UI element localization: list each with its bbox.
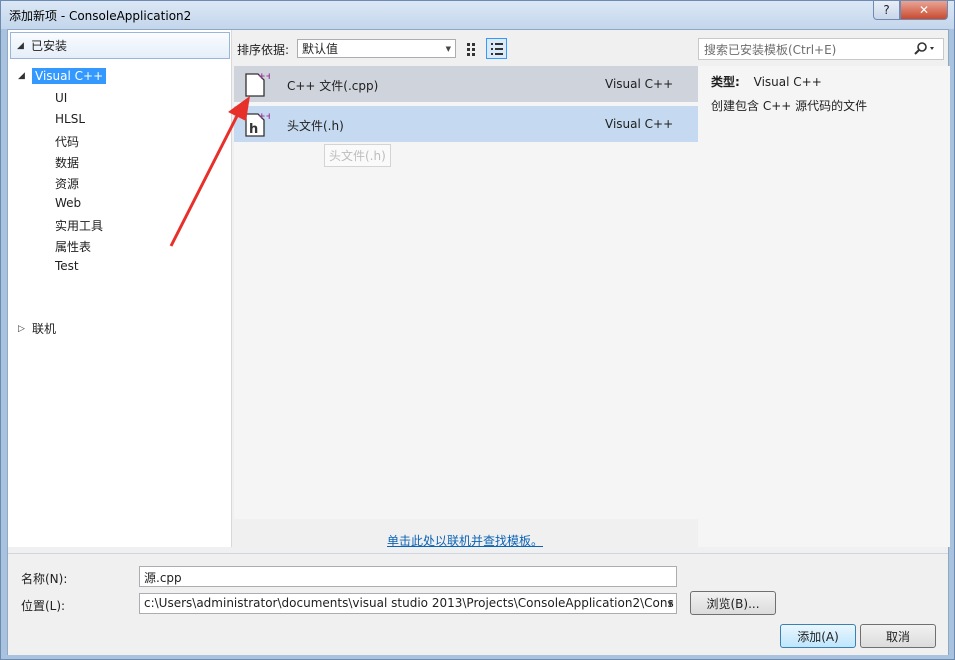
location-input[interactable]: c:\Users\administrator\documents\visual …	[139, 593, 677, 614]
installed-header[interactable]: ◢ 已安装	[10, 32, 230, 59]
type-row: 类型: Visual C++	[711, 73, 822, 90]
template-type: Visual C++	[605, 77, 674, 91]
dialog-window: 添加新项 - ConsoleApplication2 ? ✕ ◢ 已安装 ◢ V…	[0, 0, 955, 660]
name-input[interactable]: 源.cpp	[139, 566, 677, 587]
sort-value: 默认值	[302, 42, 339, 56]
small-icons-view-button[interactable]	[462, 38, 483, 59]
tree-item-ui[interactable]: UI	[55, 91, 67, 105]
red-arrow-annotation-icon	[169, 96, 250, 247]
type-key: 类型:	[711, 75, 740, 89]
tree-item-online[interactable]: ▷ 联机	[18, 320, 56, 337]
online-templates-link[interactable]: 单击此处以联机并查找模板。	[387, 532, 543, 549]
tree-item-property-sheets[interactable]: 属性表	[55, 238, 91, 255]
search-icon[interactable]	[913, 41, 937, 60]
dropdown-arrow-icon: ▼	[445, 44, 451, 53]
tree-item-visual-cpp[interactable]: ◢ Visual C++	[18, 68, 107, 84]
cancel-button[interactable]: 取消	[860, 624, 936, 648]
tree-item-data[interactable]: 数据	[55, 154, 79, 171]
window-title: 添加新项 - ConsoleApplication2	[9, 9, 192, 23]
search-box[interactable]: 搜索已安装模板(Ctrl+E)	[698, 38, 944, 60]
tree-item-web[interactable]: Web	[55, 196, 81, 210]
tree-item-utility[interactable]: 实用工具	[55, 217, 103, 234]
installed-label: 已安装	[31, 39, 68, 53]
type-value: Visual C++	[753, 75, 822, 89]
grid-view-icon	[466, 42, 475, 56]
sort-label: 排序依据:	[237, 43, 290, 57]
tree-item-code[interactable]: 代码	[55, 133, 79, 150]
tooltip: 头文件(.h)	[324, 144, 391, 167]
sort-select[interactable]: 默认值 ▼	[297, 39, 456, 58]
add-button[interactable]: 添加(A)	[780, 624, 856, 648]
list-view-icon	[490, 42, 503, 55]
expand-arrow-icon[interactable]: ▷	[18, 324, 32, 334]
template-description: 创建包含 C++ 源代码的文件	[711, 99, 868, 113]
online-label: 联机	[32, 322, 57, 336]
location-dropdown-icon[interactable]: ▼	[668, 600, 673, 608]
svg-text:++: ++	[258, 112, 270, 122]
template-item-header[interactable]: h ++ 头文件(.h) Visual C++	[234, 106, 698, 142]
template-name: C++ 文件(.cpp)	[287, 79, 379, 93]
tree-item-hlsl[interactable]: HLSL	[55, 112, 85, 126]
collapse-triangle-icon[interactable]: ◢	[17, 41, 31, 51]
expand-triangle-icon[interactable]: ◢	[18, 71, 32, 81]
search-input[interactable]: 搜索已安装模板(Ctrl+E)	[704, 41, 836, 58]
tree-item-test[interactable]: Test	[55, 259, 79, 273]
cpp-file-icon: ++	[245, 72, 270, 97]
bottom-form: 名称(N): 源.cpp 位置(L): c:\Users\administrat…	[8, 553, 948, 655]
title-bar: 添加新项 - ConsoleApplication2 ? ✕	[1, 1, 954, 29]
list-view-button[interactable]	[486, 38, 507, 59]
template-item-cpp[interactable]: ++ C++ 文件(.cpp) Visual C++	[234, 66, 698, 102]
template-list: ++ C++ 文件(.cpp) Visual C++ h ++ 头文件(.h) …	[234, 66, 698, 519]
name-label: 名称(N):	[21, 572, 68, 586]
template-name: 头文件(.h)	[287, 119, 344, 133]
location-value: c:\Users\administrator\documents\visual …	[144, 596, 674, 610]
dialog-client: ◢ 已安装 ◢ Visual C++ UI HLSL 代码 数据 资源 Web …	[7, 29, 950, 655]
template-type: Visual C++	[605, 117, 674, 131]
help-button[interactable]: ?	[873, 1, 900, 20]
tree-item-label: Visual C++	[32, 68, 107, 84]
details-pane: 类型: Visual C++ 创建包含 C++ 源代码的文件	[698, 66, 950, 547]
location-label: 位置(L):	[21, 599, 66, 613]
close-button[interactable]: ✕	[900, 1, 948, 20]
browse-button[interactable]: 浏览(B)...	[690, 591, 776, 615]
tree-item-resources[interactable]: 资源	[55, 175, 79, 192]
svg-text:++: ++	[258, 72, 270, 82]
